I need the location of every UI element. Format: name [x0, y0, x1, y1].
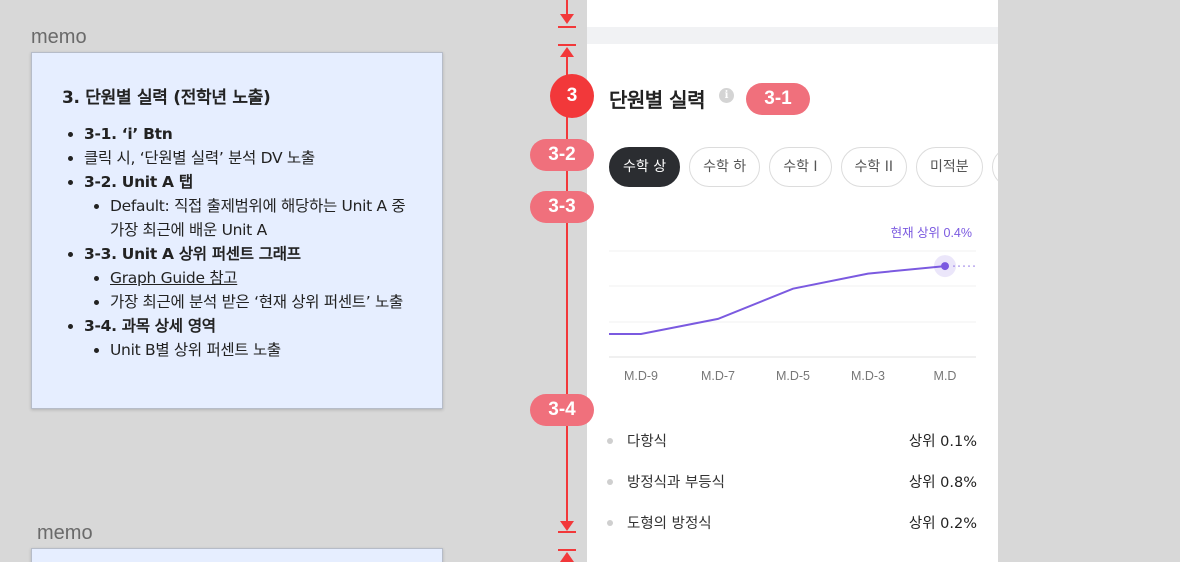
- memo-label: memo: [31, 26, 87, 48]
- memo-item: 3-1. ‘i’ Btn: [62, 122, 414, 146]
- annotation-badge-3: 3: [550, 74, 594, 118]
- subject-name: 방정식과 부등식: [627, 475, 725, 491]
- info-icon[interactable]: i: [719, 88, 734, 103]
- subject-percentile: 상위 0.2%: [908, 516, 977, 532]
- memo-item: Default: 직접 출제범위에 해당하는 Unit A 중 가장 최근에 배…: [62, 194, 414, 242]
- section-title: 단원별 실력: [609, 88, 705, 112]
- x-tick-label: M.D-9: [624, 369, 658, 383]
- subject-name: 도형의 방정식: [627, 516, 712, 532]
- memo-item: Unit B별 상위 퍼센트 노출: [62, 338, 414, 362]
- unit-tab[interactable]: 수학 I: [769, 147, 832, 187]
- memo-title: 3. 단원별 실력 (전학년 노출): [62, 88, 271, 108]
- arrow-up-icon: [560, 47, 574, 57]
- subject-row[interactable]: 도형의 방정식 상위 0.2%: [607, 502, 977, 543]
- annotation-badge-3-2: 3-2: [530, 139, 594, 171]
- memo-item: 클릭 시, ‘단원별 실력’ 분석 DV 노출: [62, 146, 414, 170]
- subject-detail-list: 다항식 상위 0.1% 방정식과 부등식 상위 0.8% 도형의 방정식 상위 0.2%: [607, 420, 977, 543]
- memo-list: 3-1. ‘i’ Btn 클릭 시, ‘단원별 실력’ 분석 DV 노출 3-2. …: [62, 122, 414, 362]
- bullet-dot-icon: [607, 519, 613, 526]
- memo-item: Graph Guide 참고: [62, 266, 414, 290]
- annotation-badge-3-1: 3-1: [746, 83, 810, 115]
- current-point[interactable]: [941, 262, 949, 271]
- unit-tabs: 수학 상 수학 하 수학 I 수학 II 미적분: [609, 147, 998, 187]
- arrow-down-icon: [560, 14, 574, 24]
- memo-card: 3. 단원별 실력 (전학년 노출) 3-1. ‘i’ Btn 클릭 시, ‘단원…: [31, 52, 443, 409]
- bullet-dot-icon: [607, 437, 613, 444]
- unit-tab[interactable]: 미적분: [916, 147, 983, 187]
- subject-row[interactable]: 방정식과 부등식 상위 0.8%: [607, 461, 977, 502]
- memo-label-2: memo: [37, 522, 93, 544]
- subject-row[interactable]: 다항식 상위 0.1%: [607, 420, 977, 461]
- subject-name: 다항식: [627, 434, 668, 450]
- memo-item: 가장 최근에 분석 받은 ‘현재 상위 퍼센트’ 노출: [62, 290, 414, 314]
- subject-percentile: 상위 0.1%: [908, 434, 977, 450]
- memo-item: 3-2. Unit A 탭: [62, 170, 414, 194]
- memo-card-2: [31, 548, 443, 562]
- percentile-line-chart: 현재 상위 0.4% M.D-9 M.D-7 M.D-5 M.D-3 M.D: [609, 226, 976, 383]
- unit-tab[interactable]: [991, 147, 998, 187]
- series-line: [609, 265, 946, 335]
- annotation-badge-3-3: 3-3: [530, 191, 594, 223]
- arrow-up-icon: [560, 552, 574, 562]
- current-percentile-label: 현재 상위 0.4%: [891, 226, 972, 240]
- x-tick-label: M.D-3: [851, 369, 885, 383]
- memo-item: 3-3. Unit A 상위 퍼센트 그래프: [62, 242, 414, 266]
- unit-tab[interactable]: 수학 상: [609, 147, 681, 187]
- section-divider: [587, 27, 998, 44]
- subject-percentile: 상위 0.8%: [908, 475, 977, 491]
- memo-item: 3-4. 과목 상세 영역: [62, 314, 414, 338]
- bullet-dot-icon: [607, 478, 613, 485]
- annotation-badge-3-4: 3-4: [530, 394, 594, 426]
- unit-tab[interactable]: 수학 II: [840, 147, 907, 187]
- x-tick-label: M.D-5: [776, 369, 810, 383]
- x-tick-label: M.D: [934, 369, 957, 383]
- arrow-down-icon: [560, 521, 574, 531]
- x-tick-label: M.D-7: [701, 369, 735, 383]
- unit-tab[interactable]: 수학 하: [689, 147, 761, 187]
